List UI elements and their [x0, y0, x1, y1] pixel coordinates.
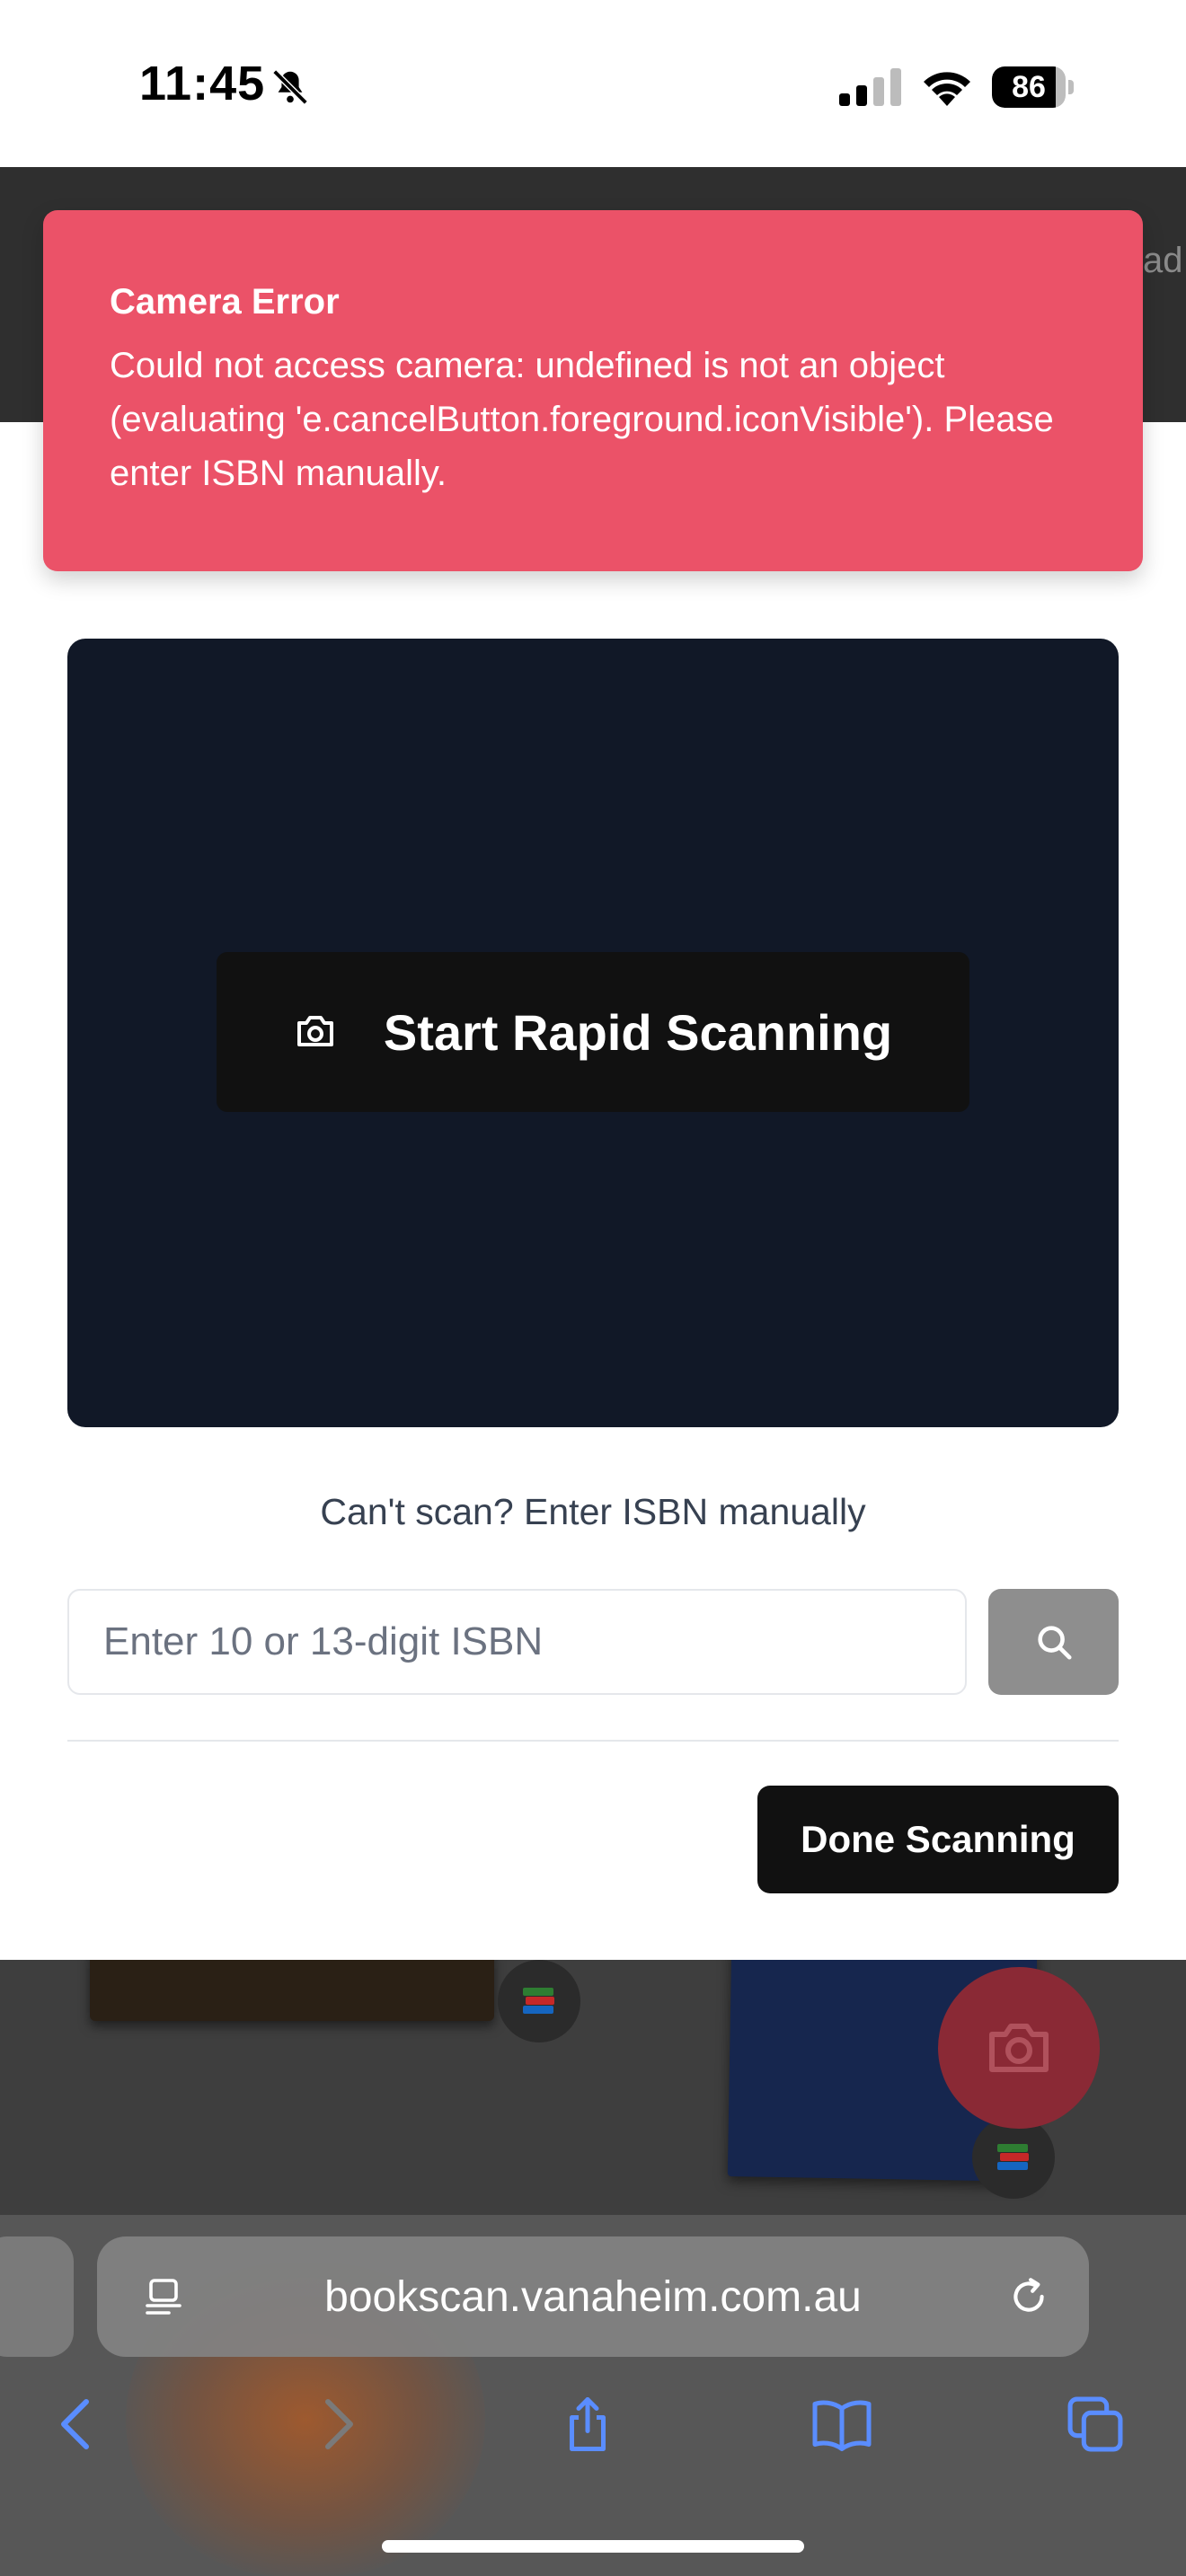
battery-indicator: 86: [992, 66, 1074, 108]
isbn-search-button[interactable]: [988, 1589, 1119, 1695]
wifi-icon: [924, 72, 970, 106]
book-badge-left: [498, 1960, 580, 2042]
book-stack-icon: [523, 1988, 554, 2014]
tabs-icon[interactable]: [1066, 2395, 1125, 2454]
book-cover-left: [90, 1949, 494, 2021]
toast-title: Camera Error: [110, 282, 340, 322]
camera-error-toast[interactable]: Camera Error Could not access camera: un…: [43, 210, 1143, 571]
search-icon: [1037, 1626, 1072, 1660]
home-indicator: [382, 2540, 804, 2553]
bookmarks-icon[interactable]: [810, 2395, 873, 2454]
manual-entry-prompt: Can't scan? Enter ISBN manually: [320, 1491, 866, 1532]
done-scanning-button[interactable]: Done Scanning: [757, 1786, 1119, 1893]
book-stack-icon: [997, 2144, 1029, 2170]
previous-tab-peek[interactable]: [0, 2236, 74, 2357]
header-text-fragment: ad: [1143, 241, 1183, 280]
back-icon[interactable]: [50, 2395, 104, 2454]
url-text[interactable]: bookscan.vanaheim.com.au: [216, 2272, 970, 2322]
forward-icon[interactable]: [310, 2395, 364, 2454]
start-rapid-scanning-button[interactable]: Start Rapid Scanning: [217, 952, 969, 1112]
camera-icon: [296, 1016, 333, 1046]
camera-icon: [989, 2024, 1049, 2072]
reload-icon[interactable]: [1006, 2274, 1051, 2319]
toast-message: Could not access camera: undefined is no…: [110, 346, 1054, 493]
modal-divider: [67, 1740, 1119, 1742]
start-rapid-scanning-label: Start Rapid Scanning: [383, 1003, 893, 1061]
bell-off-icon: [272, 69, 308, 105]
isbn-input[interactable]: [67, 1589, 967, 1695]
status-bar: 11:45 86: [0, 0, 1186, 167]
page-menu-icon[interactable]: [142, 2275, 185, 2318]
camera-fab-button[interactable]: [938, 1967, 1100, 2129]
battery-level: 86: [1012, 70, 1046, 104]
cellular-signal-icon: [839, 68, 901, 106]
share-icon[interactable]: [561, 2395, 615, 2454]
status-time: 11:45: [139, 57, 266, 110]
